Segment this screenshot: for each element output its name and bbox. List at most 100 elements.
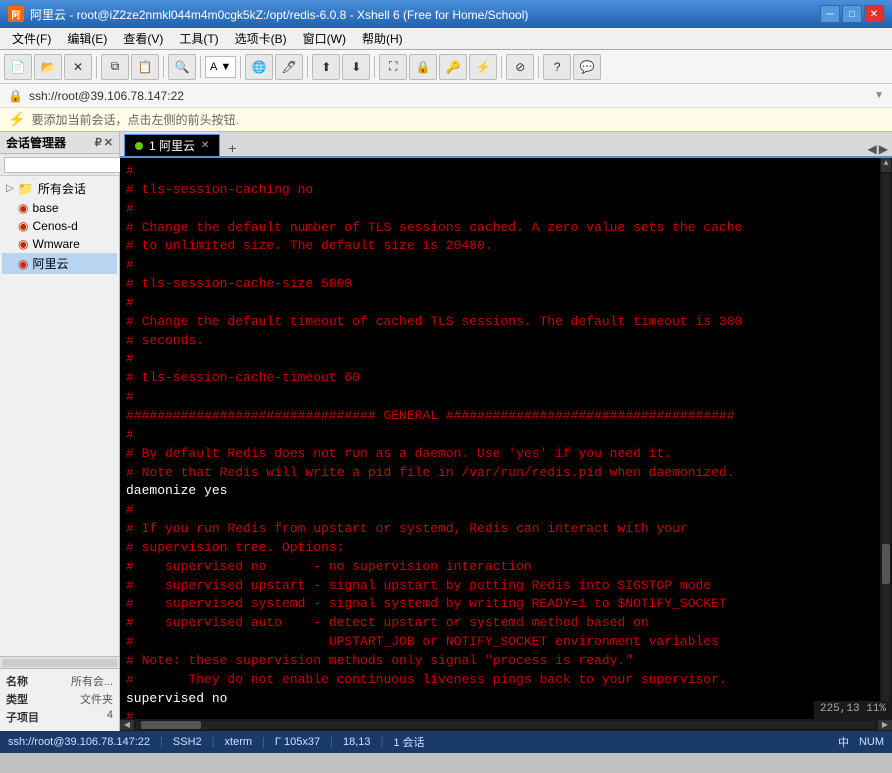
toolbar-sep-3 — [200, 56, 201, 78]
sidebar-scroll-h — [0, 656, 119, 668]
status-sessions: 1 会话 — [393, 734, 424, 750]
terminal-content: # # tls-session-caching no # # Change th… — [126, 162, 886, 719]
terminal-hscroll[interactable]: ◀ ▶ — [120, 719, 892, 731]
toolbar-fullscreen-btn[interactable]: ⛶ — [379, 54, 407, 80]
name-value: 所有会... — [71, 673, 113, 689]
title-bar-left: 阿 阿里云 - root@iZ2ze2nmkl044m4m0cgk5kZ:/op… — [8, 6, 528, 23]
scroll-up-btn[interactable]: ▲ — [881, 158, 891, 172]
menu-edit[interactable]: 编辑(E) — [59, 28, 115, 49]
title-bar-text: 阿里云 - root@iZ2ze2nmkl044m4m0cgk5kZ:/opt/… — [30, 6, 528, 23]
close-button[interactable]: ✕ — [864, 5, 884, 23]
sidebar-title: 会话管理器 — [6, 134, 66, 151]
toolbar-sep-8 — [538, 56, 539, 78]
right-area: 1 阿里云 ✕ + ◀ ▶ # # tls-session-caching no… — [120, 132, 892, 731]
sidebar-hscroll-track[interactable] — [2, 659, 117, 667]
menu-help[interactable]: 帮助(H) — [354, 28, 411, 49]
toolbar-globe-btn[interactable]: 🌐 — [245, 54, 273, 80]
tree-label-all-sessions: 所有会话 — [38, 180, 86, 197]
session-manager-sidebar: 会话管理器 ₽ ✕ ▷ 📁 所有会话 ◉ base ◉ Cenos-d — [0, 132, 120, 731]
toolbar-msg-btn[interactable]: 💬 — [573, 54, 601, 80]
toolbar-copy-btn[interactable]: ⧉ — [101, 54, 129, 80]
minimize-button[interactable]: ─ — [820, 5, 840, 23]
name-label: 名称 — [6, 673, 28, 689]
session-icon-wmware: ◉ — [18, 237, 28, 251]
address-dropdown-arrow[interactable]: ▼ — [874, 90, 884, 101]
tab-prev-button[interactable]: ◀ — [868, 142, 877, 156]
toolbar-upload-btn[interactable]: ⬆ — [312, 54, 340, 80]
tree-item-wmware[interactable]: ◉ Wmware — [2, 235, 117, 253]
toolbar-new-btn[interactable]: 📄 — [4, 54, 32, 80]
address-text[interactable]: ssh://root@39.106.78.147:22 — [29, 89, 184, 103]
tree-label-wmware: Wmware — [32, 237, 79, 251]
menu-file[interactable]: 文件(F) — [4, 28, 59, 49]
status-protocol: SSH2 — [173, 736, 202, 748]
toolbar-key-btn[interactable]: 🔑 — [439, 54, 467, 80]
toolbar-connect-btn[interactable]: ⚡ — [469, 54, 497, 80]
tree-item-base[interactable]: ◉ base — [2, 199, 117, 217]
toolbar-download-btn[interactable]: ⬇ — [342, 54, 370, 80]
menu-tabs[interactable]: 选项卡(B) — [227, 28, 295, 49]
tab-status-dot — [135, 142, 143, 150]
hscroll-right-btn[interactable]: ▶ — [878, 720, 892, 730]
toolbar-open-btn[interactable]: 📂 — [34, 54, 62, 80]
toolbar-sep-1 — [96, 56, 97, 78]
tree-label-cenos: Cenos-d — [32, 219, 77, 233]
info-text: 要添加当前会话，点击左侧的前头按钮. — [31, 111, 238, 128]
tab-next-button[interactable]: ▶ — [879, 142, 888, 156]
toolbar-sep-2 — [163, 56, 164, 78]
tree-label-base: base — [32, 201, 58, 215]
tab-label: 1 阿里云 — [149, 137, 195, 154]
toolbar-sep-4 — [240, 56, 241, 78]
status-encoding: xterm — [225, 736, 253, 748]
toolbar-lock-btn[interactable]: 🔒 — [409, 54, 437, 80]
terminal-scrollbar[interactable]: ▲ ▼ — [880, 158, 892, 719]
info-icon: ⚡ — [8, 111, 25, 128]
info-bar: ⚡ 要添加当前会话，点击左侧的前头按钮. — [0, 108, 892, 132]
children-value: 4 — [107, 709, 113, 725]
tab-close-button[interactable]: ✕ — [201, 140, 209, 151]
tree-item-aliyun[interactable]: ◉ 阿里云 — [2, 253, 117, 274]
toolbar-help-btn[interactable]: ? — [543, 54, 571, 80]
dropdown-arrow: ▼ — [220, 61, 231, 73]
tab-bar: 1 阿里云 ✕ + ◀ ▶ — [120, 132, 892, 158]
tab-add-button[interactable]: + — [220, 140, 244, 156]
menu-window[interactable]: 窗口(W) — [295, 28, 354, 49]
toolbar-paste-btn[interactable]: 📋 — [131, 54, 159, 80]
scroll-track[interactable] — [882, 174, 890, 703]
terminal-position-status: 225,13 11% — [814, 701, 892, 719]
terminal[interactable]: # # tls-session-caching no # # Change th… — [120, 158, 892, 719]
session-icon-cenos: ◉ — [18, 219, 28, 233]
toolbar-search-btn[interactable]: 🔍 — [168, 54, 196, 80]
app-icon: 阿 — [8, 6, 24, 22]
toolbar-paint-btn[interactable]: 🖊 — [275, 54, 303, 80]
tree-item-all-sessions[interactable]: ▷ 📁 所有会话 — [2, 178, 117, 199]
menu-view[interactable]: 查看(V) — [115, 28, 171, 49]
title-bar-controls: ─ □ ✕ — [820, 5, 884, 23]
toolbar-color-dropdown[interactable]: A ▼ — [205, 56, 236, 78]
status-bar-right: 中 NUM — [838, 734, 884, 750]
tab-aliyun[interactable]: 1 阿里云 ✕ — [124, 134, 220, 156]
status-cursor-pos: 18,13 — [343, 736, 371, 748]
status-bar: ssh://root@39.106.78.147:22 | SSH2 | xte… — [0, 731, 892, 753]
status-dimensions: Γ 105x37 — [275, 736, 320, 748]
sidebar-name-row: 名称 所有会... — [6, 673, 113, 689]
type-value: 文件夹 — [80, 691, 113, 707]
maximize-button[interactable]: □ — [842, 5, 862, 23]
hscroll-left-btn[interactable]: ◀ — [120, 720, 134, 730]
sidebar-pin-icon[interactable]: ₽ — [95, 136, 102, 149]
tab-nav: ◀ ▶ — [868, 142, 888, 156]
hscroll-thumb[interactable] — [141, 721, 201, 729]
sidebar-close-icon[interactable]: ✕ — [104, 136, 113, 149]
scroll-thumb[interactable] — [882, 544, 890, 584]
sidebar-type-row: 类型 文件夹 — [6, 691, 113, 707]
toolbar-close-btn[interactable]: ✕ — [64, 54, 92, 80]
tree-item-cenos[interactable]: ◉ Cenos-d — [2, 217, 117, 235]
session-icon-base: ◉ — [18, 201, 28, 215]
status-ime: 中 — [838, 734, 849, 750]
menu-bar: 文件(F) 编辑(E) 查看(V) 工具(T) 选项卡(B) 窗口(W) 帮助(… — [0, 28, 892, 50]
toolbar-disconnect-btn[interactable]: ⊘ — [506, 54, 534, 80]
hscroll-track[interactable] — [136, 721, 876, 729]
address-bar: 🔒 ssh://root@39.106.78.147:22 ▼ — [0, 84, 892, 108]
session-icon-aliyun: ◉ — [18, 257, 28, 271]
menu-tools[interactable]: 工具(T) — [171, 28, 226, 49]
